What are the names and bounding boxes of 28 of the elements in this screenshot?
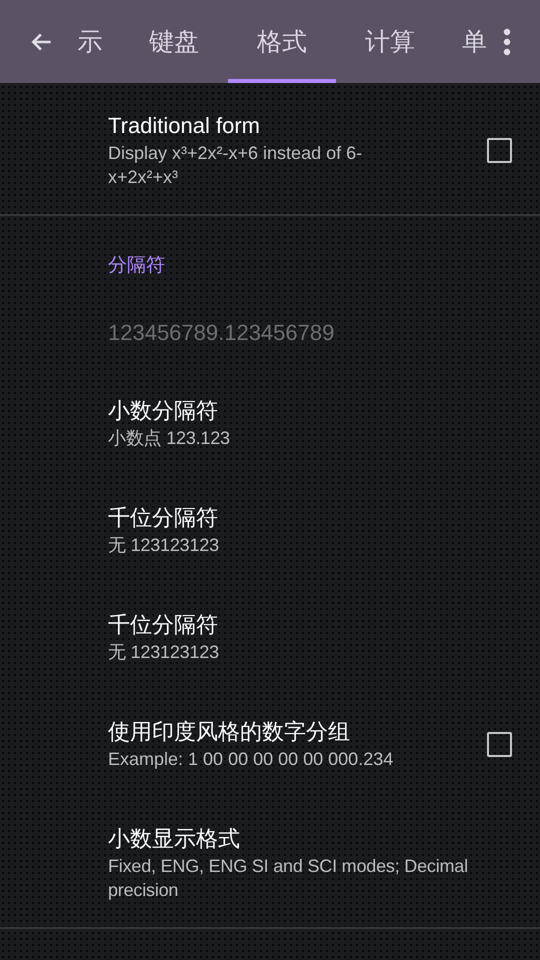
preference-item[interactable]: 千位分隔符 无 123123123 bbox=[0, 582, 540, 689]
preference-summary: Fixed, ENG, ENG SI and SCI modes; Decimal precision bbox=[108, 855, 469, 902]
preference-title: 千位分隔符 bbox=[108, 504, 219, 532]
tab[interactable]: 示 bbox=[60, 0, 120, 83]
preference-summary: 无 123123123 bbox=[108, 534, 220, 557]
preference-item[interactable]: 使用印度风格的数字分组 Example: 1 00 00 00 00 00 000.234 bbox=[0, 689, 540, 796]
preference-item[interactable]: 小数显示格式 Fixed, ENG, ENG SI and SCI modes; Decimal precision bbox=[0, 796, 540, 927]
preference-title: 小数显示格式 bbox=[108, 825, 241, 853]
tab[interactable]: 格式 bbox=[228, 0, 336, 83]
tab[interactable]: 单 bbox=[444, 0, 488, 83]
preference-summary: Example: 1 00 00 00 00 00 000.234 bbox=[108, 748, 394, 771]
more-icon[interactable] bbox=[503, 28, 511, 56]
preference-item[interactable]: 小数分隔符 小数点 123.123 bbox=[0, 368, 540, 475]
preference-title: 使用印度风格的数字分组 bbox=[108, 718, 351, 746]
checkbox[interactable] bbox=[487, 138, 512, 162]
preference-summary: Display x³+2x²-x+6 instead of 6-x+2x²+x³ bbox=[108, 142, 364, 189]
preference-title: Traditional form bbox=[108, 112, 262, 140]
preference-item[interactable]: Traditional form Display x³+2x²-x+6 instead of 6-x+2x²+x³ bbox=[0, 83, 540, 214]
tab[interactable]: 键盘 bbox=[120, 0, 228, 83]
preference-summary: 小数点 123.123 bbox=[108, 427, 231, 450]
checkbox[interactable] bbox=[487, 732, 512, 756]
number-preview: 123456789.123456789 bbox=[107, 319, 336, 347]
preference-item[interactable]: 千位分隔符 无 123123123 bbox=[0, 475, 540, 582]
preference-title: 小数分隔符 bbox=[108, 397, 219, 425]
category-header: 分隔符 bbox=[107, 254, 166, 278]
tab[interactable]: 计算 bbox=[336, 0, 444, 83]
preference-summary: 无 123123123 bbox=[108, 641, 220, 664]
preference-title: 千位分隔符 bbox=[108, 611, 219, 639]
